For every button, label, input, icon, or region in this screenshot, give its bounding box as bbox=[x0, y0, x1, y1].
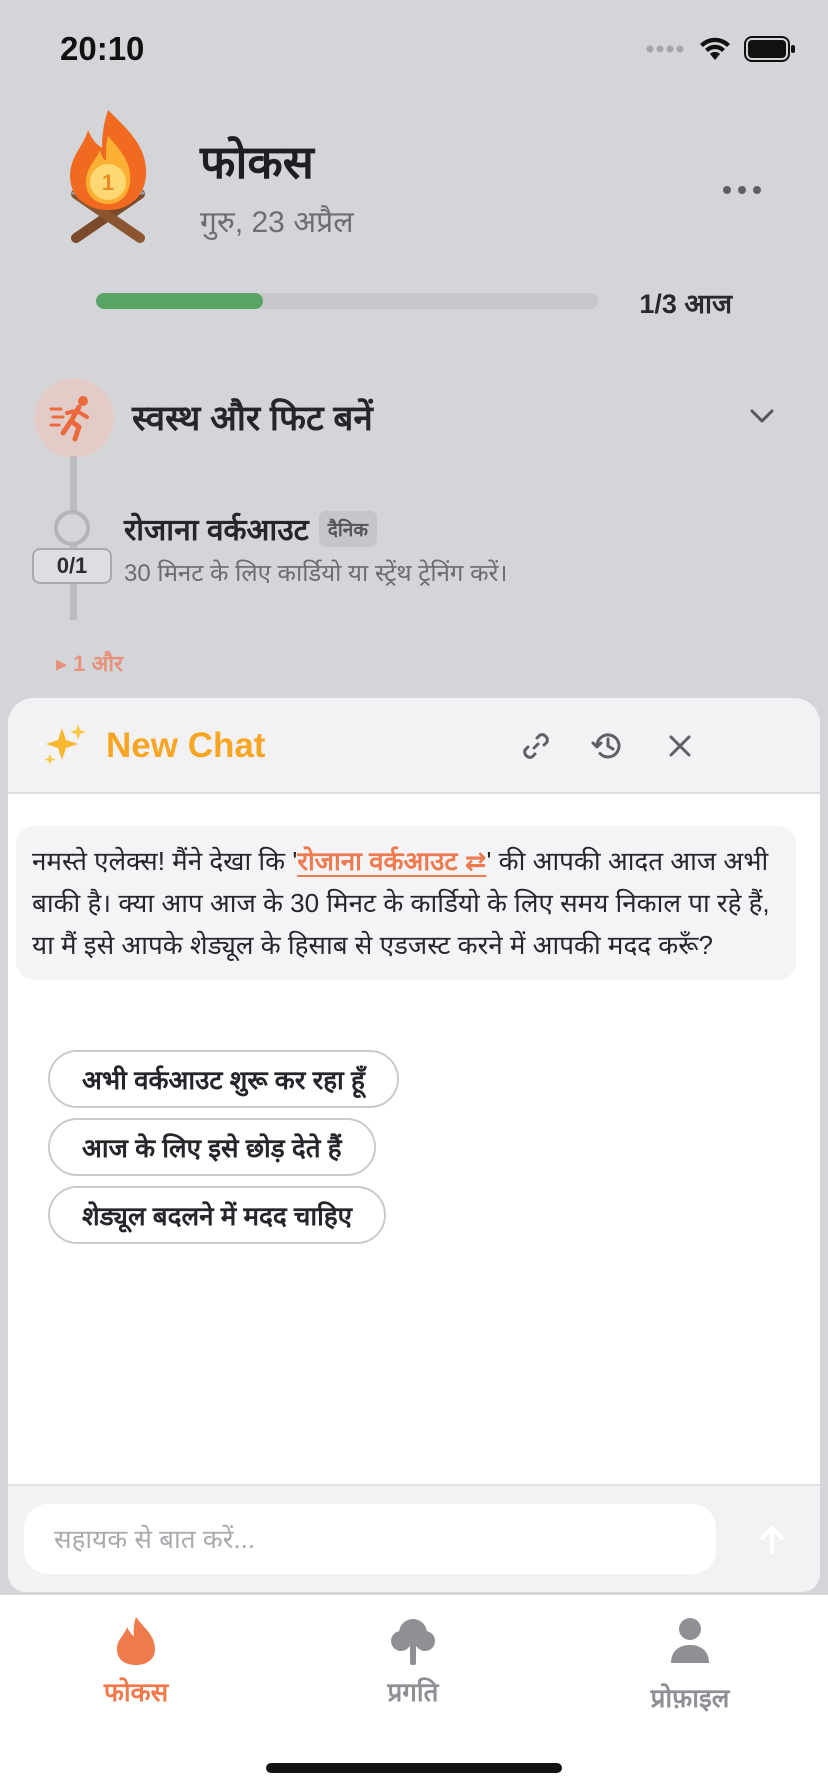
chat-input-bar bbox=[8, 1484, 820, 1592]
habit-reference-link[interactable]: रोजाना वर्कआउट ⇄ bbox=[297, 846, 486, 876]
tree-icon bbox=[391, 1619, 435, 1665]
suggested-replies: अभी वर्कआउट शुरू कर रहा हूँ आज के लिए इस… bbox=[48, 1050, 399, 1244]
header: 1 फोकस गुरु, 23 अप्रैल bbox=[0, 100, 828, 280]
tab-focus[interactable]: फोकस bbox=[36, 1615, 236, 1725]
habit-check-circle[interactable] bbox=[54, 510, 90, 546]
daily-progress-bar bbox=[96, 293, 598, 309]
habit-description: 30 मिनट के लिए कार्डियो या स्ट्रेंथ ट्रे… bbox=[124, 560, 508, 587]
close-icon bbox=[669, 735, 691, 757]
status-bar: 20:10 bbox=[0, 0, 828, 100]
tab-label: प्रोफ़ाइल bbox=[650, 1683, 730, 1713]
suggestion-chip[interactable]: आज के लिए इसे छोड़ देते हैं bbox=[48, 1118, 376, 1176]
chat-title: New Chat bbox=[106, 726, 266, 765]
page-date: गुरु, 23 अप्रैल bbox=[200, 206, 354, 239]
tab-profile[interactable]: प्रोफ़ाइल bbox=[590, 1615, 790, 1725]
page-title: फोकस bbox=[200, 136, 314, 188]
tab-label: फोकस bbox=[103, 1677, 169, 1707]
history-icon bbox=[591, 733, 621, 759]
cellular-signal-icon bbox=[646, 45, 684, 53]
sparkles-icon bbox=[44, 724, 86, 765]
tab-progress[interactable]: प्रगति bbox=[313, 1615, 513, 1725]
suggestion-chip[interactable]: अभी वर्कआउट शुरू कर रहा हूँ bbox=[48, 1050, 399, 1108]
dot-icon bbox=[723, 186, 731, 194]
send-button[interactable] bbox=[746, 1514, 798, 1566]
link-icon bbox=[523, 733, 549, 759]
frequency-tag: दैनिक bbox=[318, 510, 377, 547]
wifi-icon bbox=[700, 37, 730, 60]
chat-input[interactable] bbox=[24, 1504, 716, 1574]
goal-running-icon bbox=[34, 378, 114, 458]
daily-progress-label: 1/3 आज bbox=[639, 289, 732, 319]
link-button[interactable] bbox=[514, 724, 558, 768]
history-button[interactable] bbox=[586, 724, 630, 768]
message-text: नमस्ते एलेक्स! मैंने देखा कि ' bbox=[32, 846, 298, 876]
daily-progress-fill bbox=[96, 293, 264, 309]
habit-item[interactable]: रोजाना वर्कआउट दैनिक bbox=[124, 508, 377, 549]
arrow-up-icon bbox=[760, 1526, 784, 1554]
dot-icon bbox=[738, 186, 746, 194]
tab-label: प्रगति bbox=[387, 1677, 439, 1707]
goal-title: स्वस्थ और फिट बनें bbox=[132, 399, 373, 438]
assistant-message: नमस्ते एलेक्स! मैंने देखा कि 'रोजाना वर्… bbox=[16, 826, 796, 980]
chat-messages: नमस्ते एलेक्स! मैंने देखा कि 'रोजाना वर्… bbox=[8, 794, 820, 1484]
svg-text:1: 1 bbox=[102, 170, 114, 195]
show-more-link[interactable]: ▸ 1 और bbox=[56, 648, 123, 678]
battery-icon bbox=[744, 36, 795, 62]
chat-header: New Chat bbox=[8, 698, 820, 794]
status-time: 20:10 bbox=[60, 30, 145, 67]
more-options-button[interactable] bbox=[714, 170, 770, 210]
chevron-down-icon[interactable] bbox=[746, 404, 778, 428]
chat-panel: New Chat नमस्ते एलेक्स! मैंने देखा कि 'र… bbox=[8, 698, 820, 1592]
dot-icon bbox=[753, 186, 761, 194]
status-icons bbox=[646, 36, 796, 62]
close-button[interactable] bbox=[658, 724, 702, 768]
campfire-streak-icon: 1 bbox=[70, 110, 147, 243]
habit-count-badge: 0/1 bbox=[32, 548, 112, 584]
habit-title: रोजाना वर्कआउट bbox=[124, 514, 309, 547]
flame-icon bbox=[117, 1617, 155, 1665]
person-icon bbox=[671, 1618, 709, 1663]
home-indicator bbox=[266, 1763, 562, 1773]
suggestion-chip[interactable]: शेड्यूल बदलने में मदद चाहिए bbox=[48, 1186, 387, 1244]
